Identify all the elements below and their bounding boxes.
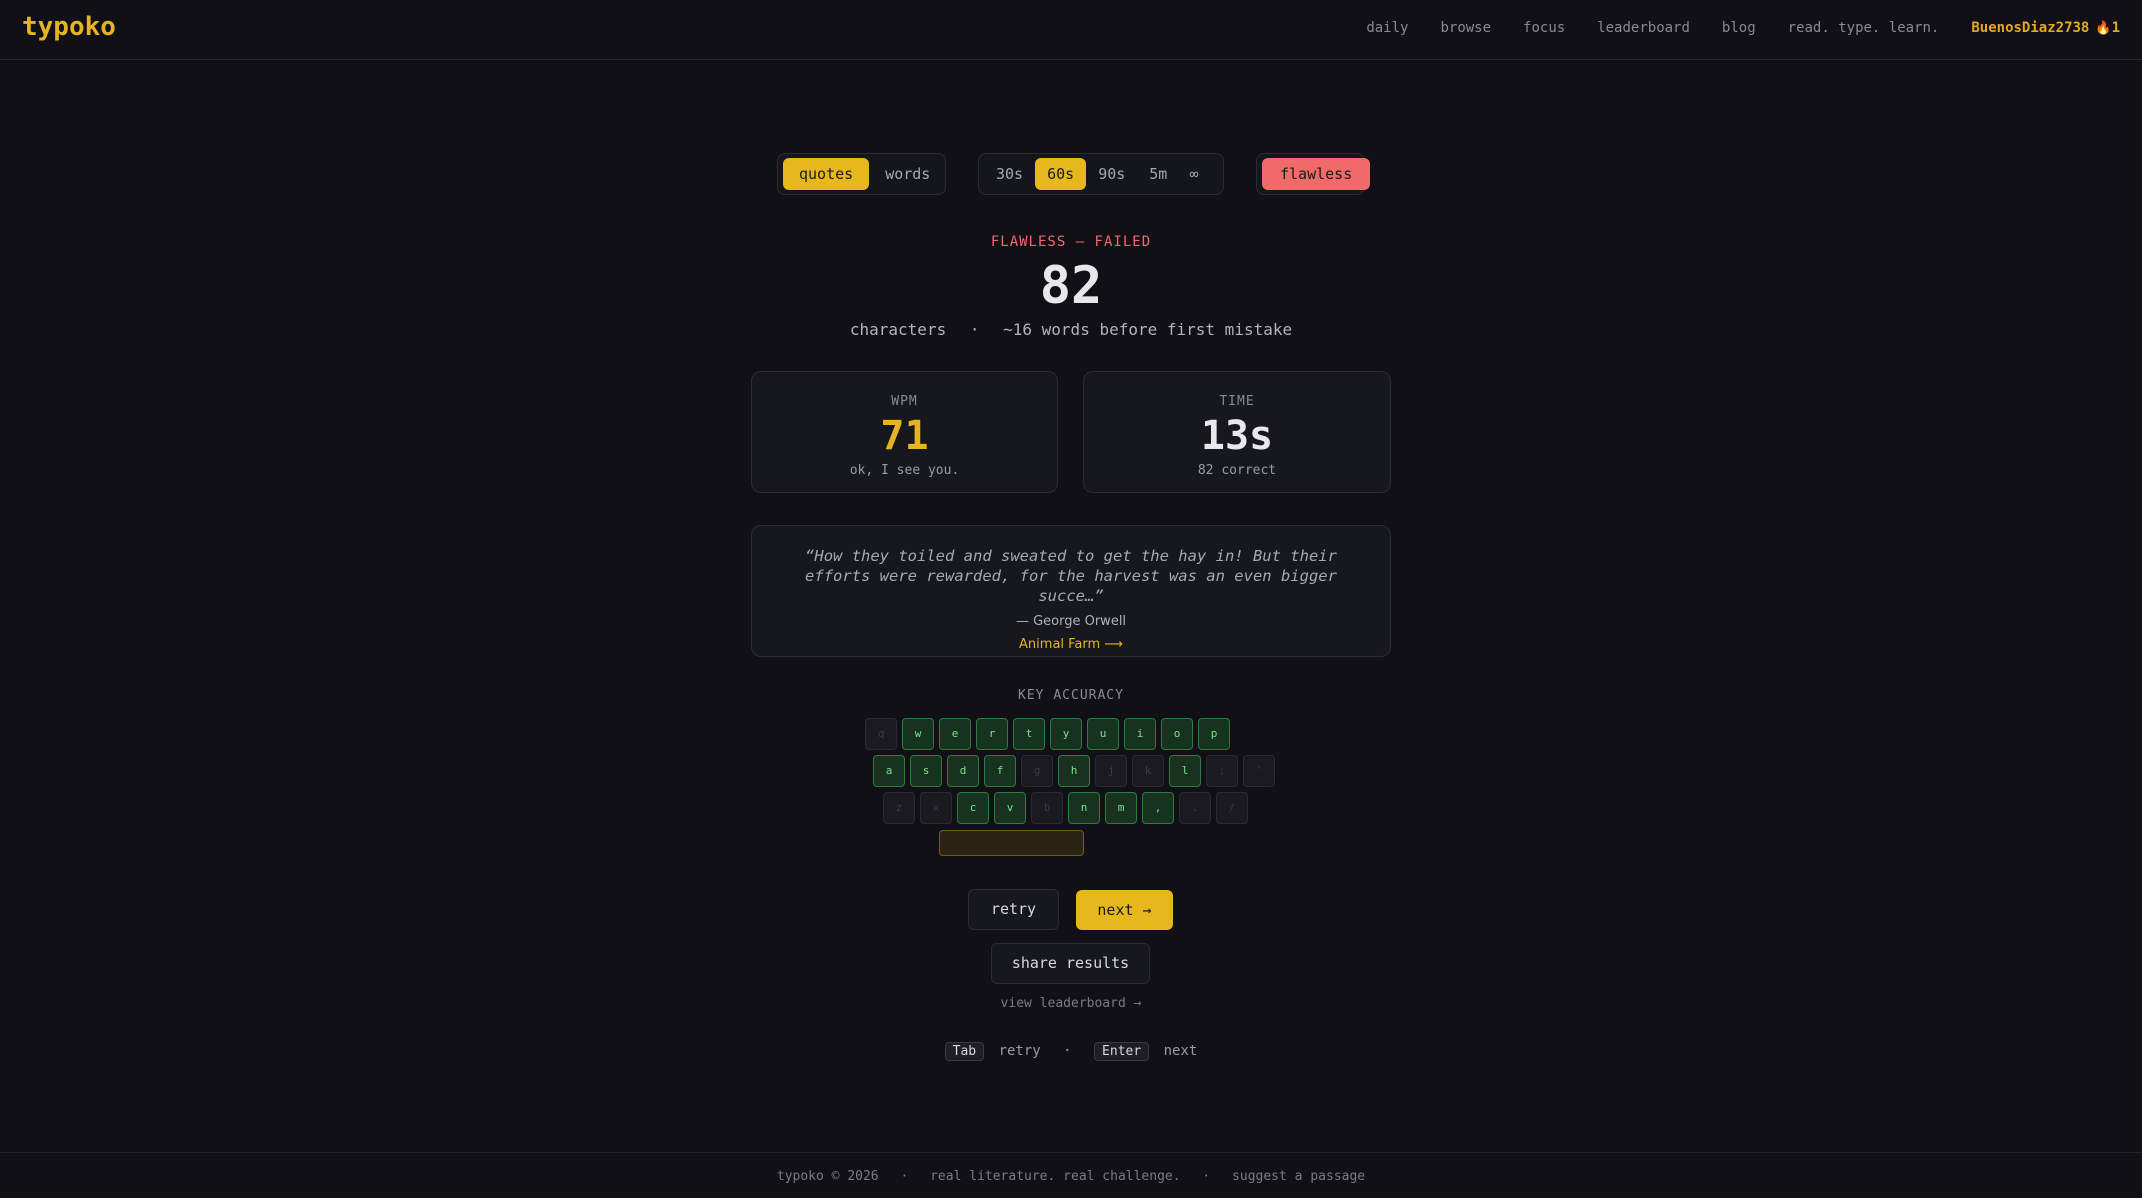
key-punct-10: ' [1243,755,1275,787]
wpm-label: WPM [891,394,918,409]
key-u: u [1087,718,1119,750]
flame-icon: 🔥 [2095,20,2112,36]
tab-key: Tab [944,1042,985,1061]
hint-separator: · [1063,1043,1072,1059]
nav-tagline[interactable]: read. type. learn. [1788,20,1940,36]
wpm-card: WPM 71 ok, I see you. [751,371,1058,493]
nav-daily[interactable]: daily [1366,20,1408,36]
streak-count: 1 [2111,20,2120,36]
keyboard-row-3: z x c v b n m,. / [883,792,1253,824]
characters-label: characters [849,320,947,339]
view-leaderboard-link: view leaderboard → [0,996,2142,1011]
key-z: z [883,792,915,824]
key-e: e [939,718,971,750]
key-w: w [902,718,934,750]
time-note: 82 correct [1197,463,1277,478]
suggest-passage-link[interactable]: suggest a passage [1232,1169,1365,1184]
main-nav: daily browse focus leaderboard blog read… [1334,20,2120,36]
next-button[interactable]: next → [1076,890,1173,930]
flawless-toggle: flawless [1256,153,1371,195]
key-punct-8: . [1179,792,1211,824]
key-i: i [1124,718,1156,750]
nav-blog[interactable]: blog [1722,20,1756,36]
nav-leaderboard[interactable]: leaderboard [1597,20,1690,36]
mode-quotes[interactable]: quotes [783,158,870,190]
result-subline: characters · ~16 words before first mist… [0,320,2142,339]
key-y: y [1050,718,1082,750]
key-q: q [865,718,897,750]
key-r: r [976,718,1008,750]
footer-tagline: real literature. real challenge. [930,1169,1181,1184]
key-g: g [1021,755,1053,787]
time-card: TIME 13s 82 correct [1083,371,1391,493]
key-b: b [1031,792,1063,824]
time-label: TIME [1219,394,1255,409]
view-leaderboard-text[interactable]: view leaderboard → [1001,996,1142,1011]
wpm-value: 71 [880,413,929,459]
nav-browse[interactable]: browse [1440,20,1491,36]
duration-infinite[interactable]: ∞ [1179,158,1208,190]
duration-5m[interactable]: 5m [1137,158,1179,190]
user-name[interactable]: BuenosDiaz2738 [1971,20,2089,36]
characters-count: 82 [1039,256,1103,316]
subline-separator: · [969,320,980,339]
footer-separator: · [900,1169,909,1184]
quote-book-link[interactable]: Animal Farm ⟶ [792,637,1350,652]
key-v: v [994,792,1026,824]
quote-author: — George Orwell [1015,614,1127,629]
key-p: p [1198,718,1230,750]
key-d: d [947,755,979,787]
duration-60s[interactable]: 60s [1035,158,1087,190]
duration-toggle: 30s 60s 90s 5m ∞ [978,153,1224,195]
key-j: j [1095,755,1127,787]
footer-separator-2: · [1202,1169,1211,1184]
nav-focus[interactable]: focus [1523,20,1565,36]
key-s: s [910,755,942,787]
keyboard-row-2: a s d f g h j k l; ' [873,755,1280,787]
key-f: f [984,755,1016,787]
key-x: x [920,792,952,824]
flawless-button[interactable]: flawless [1262,158,1371,190]
key-punct-7: , [1142,792,1174,824]
key-h: h [1058,755,1090,787]
retry-button[interactable]: retry [968,889,1059,930]
key-t: t [1013,718,1045,750]
quote-text: “How they toiled and sweated to get the … [805,547,1337,605]
keyboard-row-1: qwertyuiop [865,718,1235,750]
footer-copyright: typoko © 2026 [776,1169,879,1184]
logo[interactable]: typoko [22,12,116,42]
mode-words[interactable]: words [869,158,946,190]
result-status: FLAWLESS — FAILED [990,234,1152,250]
wpm-note: ok, I see you. [849,463,960,478]
enter-key: Enter [1094,1042,1150,1061]
words-before-mistake: ~16 words before first mistake [1003,320,1293,339]
key-k: k [1132,755,1164,787]
mode-toggle: quotes words [777,153,946,195]
footer: typoko © 2026 · real literature. real ch… [0,1152,2142,1198]
key-a: a [873,755,905,787]
key-c: c [957,792,989,824]
quote-card: “How they toiled and sweated to get the … [751,525,1391,657]
key-n: n [1068,792,1100,824]
key-o: o [1161,718,1193,750]
enter-action: next [1163,1043,1198,1059]
duration-30s[interactable]: 30s [984,158,1035,190]
key-accuracy-title: KEY ACCURACY [1018,688,1124,703]
shortcut-hints: Tab retry · Enter next [0,1042,2142,1061]
duration-90s[interactable]: 90s [1086,158,1137,190]
time-value: 13s [1200,413,1274,459]
key-punct-9: / [1216,792,1248,824]
key-m: m [1105,792,1137,824]
tab-action: retry [998,1043,1041,1059]
keyboard-spacebar [939,830,1084,856]
key-l: l [1169,755,1201,787]
key-punct-9: ; [1206,755,1238,787]
top-bar: typoko daily browse focus leaderboard bl… [0,0,2142,60]
share-results-button[interactable]: share results [991,943,1150,984]
